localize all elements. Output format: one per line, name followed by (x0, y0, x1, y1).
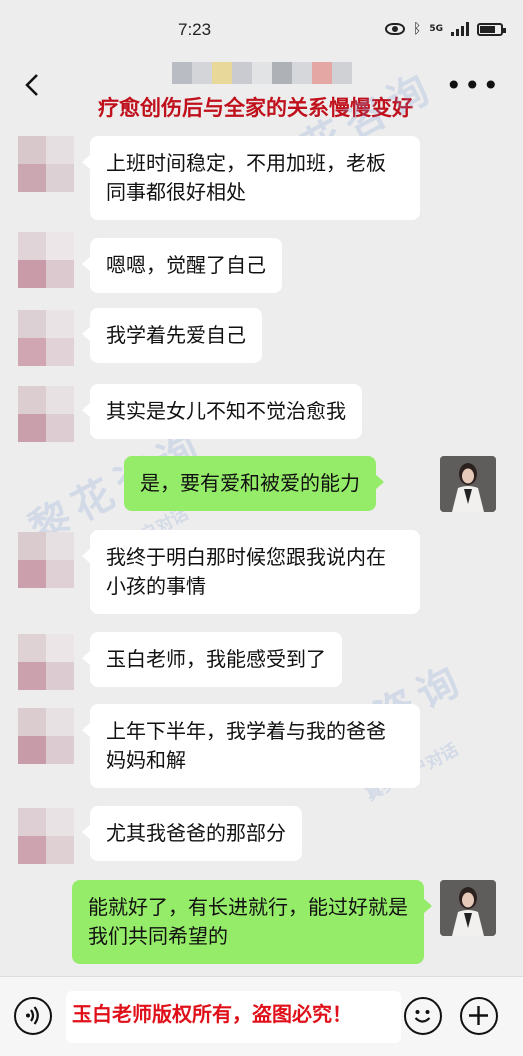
copyright-notice: 玉白老师版权所有，盗图必究！ (72, 1002, 352, 1026)
message-bubble[interactable]: 玉白老师，我能感受到了 (82, 632, 342, 687)
message-bubble[interactable]: 上班时间稳定，不用加班，老板同事都很好相处 (82, 136, 420, 220)
contact-avatar[interactable] (18, 232, 74, 288)
network-type-label: 5G (429, 24, 443, 34)
plus-icon[interactable] (460, 997, 498, 1035)
contact-name-redacted (172, 62, 352, 84)
voice-icon[interactable] (14, 997, 52, 1035)
contact-avatar[interactable] (18, 708, 74, 764)
message-bubble-own[interactable]: 能就好了，有长进就行，能过好就是我们共同希望的 (72, 880, 432, 964)
message-bubble[interactable]: 上年下半年，我学着与我的爸爸妈妈和解 (82, 704, 420, 788)
signal-icon (451, 22, 469, 36)
contact-avatar[interactable] (18, 310, 74, 366)
message-bubble[interactable]: 其实是女儿不知不觉治愈我 (82, 384, 362, 439)
battery-icon (477, 22, 506, 36)
contact-avatar[interactable] (18, 386, 74, 442)
message-bubble[interactable]: 我学着先爱自己 (82, 308, 262, 363)
emoji-icon[interactable] (404, 997, 442, 1035)
chevron-left-icon[interactable] (18, 70, 48, 100)
message-bubble[interactable]: 我终于明白那时候您跟我说内在小孩的事情 (82, 530, 420, 614)
contact-avatar[interactable] (18, 808, 74, 864)
bluetooth-icon: ᛒ (412, 21, 422, 37)
message-bubble[interactable]: 尤其我爸爸的那部分 (82, 806, 302, 861)
status-bar: 7:23 ᛒ 5G (0, 0, 523, 56)
user-avatar[interactable] (440, 456, 496, 512)
user-avatar[interactable] (440, 880, 496, 936)
user-photo-icon (440, 880, 496, 936)
message-bubble-own[interactable]: 是，要有爱和被爱的能力 (124, 456, 384, 511)
status-time: 7:23 (178, 20, 212, 39)
contact-avatar[interactable] (18, 532, 74, 588)
contact-avatar[interactable] (18, 634, 74, 690)
message-bubble[interactable]: 嗯嗯，觉醒了自己 (82, 238, 282, 293)
overlay-caption: 疗愈创伤后与全家的关系慢慢变好 (98, 96, 413, 120)
more-icon[interactable]: ••• (445, 72, 501, 100)
status-icons: ᛒ 5G (384, 21, 506, 37)
user-photo-icon (440, 456, 496, 512)
contact-avatar[interactable] (18, 136, 74, 192)
eye-comfort-icon (384, 23, 405, 35)
